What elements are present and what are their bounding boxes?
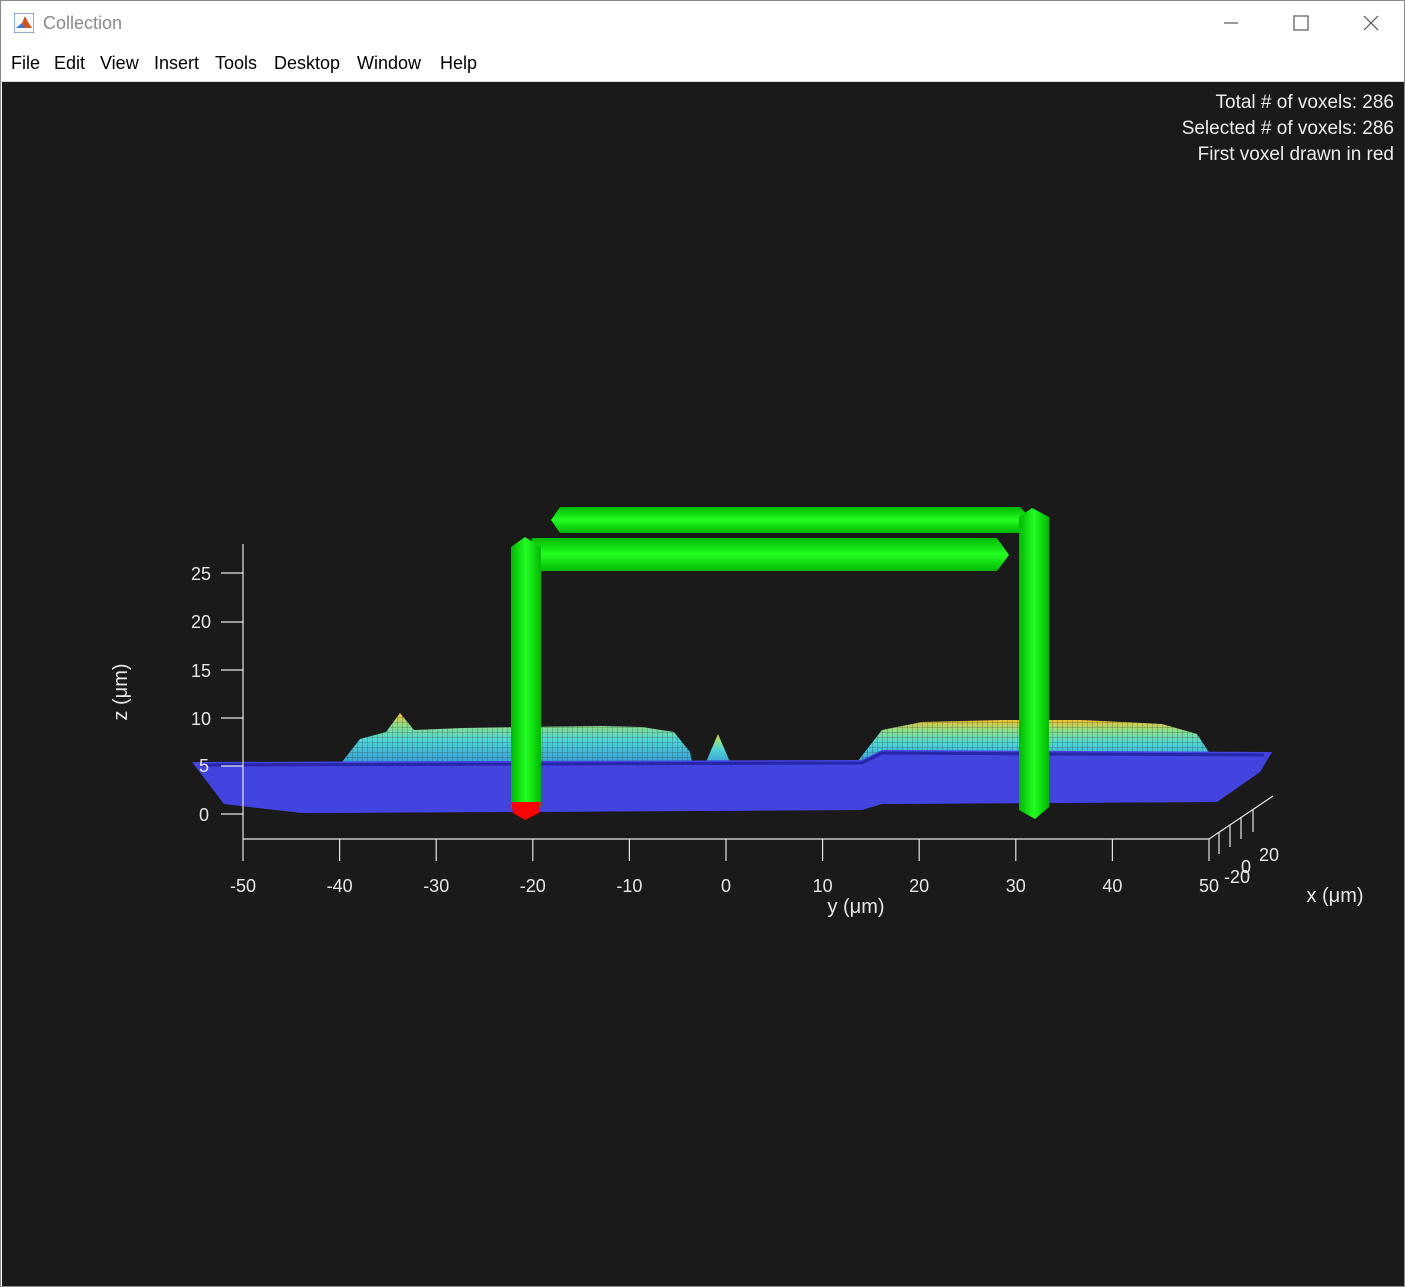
voxel-info: Total # of voxels: 286 Selected # of vox… [1182, 90, 1394, 168]
total-voxels-text: Total # of voxels: 286 [1215, 92, 1395, 113]
y-tick-label: 10 [813, 876, 833, 896]
menu-view[interactable]: View [100, 53, 139, 74]
menu-file[interactable]: File [11, 53, 40, 74]
y-axis-label: y (μm) [827, 896, 884, 918]
plot-area[interactable]: -50 -40 -30 -20 -10 0 10 20 30 40 50 0 5 10 15 20 … [2, 82, 1404, 1287]
surface-center-peak [706, 734, 730, 762]
close-button[interactable] [1336, 1, 1404, 45]
skeleton-horizontal-front [532, 538, 1009, 571]
first-voxel-note: First voxel drawn in red [1197, 144, 1394, 165]
menu-bar: File Edit View Insert Tools Desktop Wind… [1, 45, 1404, 113]
y-tick-label: -30 [423, 876, 449, 896]
menu-window[interactable]: Window [357, 53, 421, 74]
window-title: Collection [43, 13, 123, 33]
menu-desktop[interactable]: Desktop [274, 53, 340, 74]
y-tick-label: -10 [616, 876, 642, 896]
figure-window: Collection File Edit View Insert Tools D… [0, 0, 1405, 1287]
menu-edit[interactable]: Edit [54, 53, 85, 74]
skeleton-horizontal-back [551, 507, 1032, 533]
y-tick-label: 20 [909, 876, 929, 896]
menu-tools[interactable]: Tools [215, 53, 257, 74]
y-axis-ticks: -50 -40 -30 -20 -10 0 10 20 30 40 50 [230, 839, 1219, 896]
minimize-button[interactable] [1196, 1, 1266, 45]
first-voxel-red [511, 802, 541, 820]
z-tick-0: 0 [199, 805, 209, 825]
figure-canvas[interactable]: -50 -40 -30 -20 -10 0 10 20 30 40 50 0 5 10 15 20 … [2, 82, 1404, 1287]
y-tick-label: -20 [520, 876, 546, 896]
x-axis-label: x (μm) [1306, 885, 1363, 907]
z-tick-10: 10 [191, 709, 211, 729]
title-bar: Collection [1, 1, 1404, 45]
x-tick-20: 20 [1259, 845, 1279, 865]
menu-insert[interactable]: Insert [154, 53, 199, 74]
skeleton-vertical-left [511, 537, 541, 807]
y-tick-label: -40 [327, 876, 353, 896]
z-axis-label: z (μm) [110, 663, 132, 720]
z-tick-25: 25 [191, 564, 211, 584]
maximize-button[interactable] [1266, 1, 1336, 45]
selected-voxels-text: Selected # of voxels: 286 [1181, 118, 1394, 139]
y-tick-label: 40 [1102, 876, 1122, 896]
skeleton-vertical-right [1019, 508, 1049, 819]
menu-help[interactable]: Help [440, 53, 477, 74]
z-tick-5: 5 [199, 756, 209, 776]
y-tick-label: -50 [230, 876, 256, 896]
minimize-icon [1224, 22, 1238, 24]
maximize-icon [1293, 15, 1309, 31]
matlab-icon [14, 13, 34, 33]
x-tick-0: 0 [1241, 857, 1251, 877]
y-tick-label: 30 [1006, 876, 1026, 896]
z-tick-15: 15 [191, 661, 211, 681]
z-tick-20: 20 [191, 612, 211, 632]
y-tick-label: 50 [1199, 876, 1219, 896]
close-icon [1363, 15, 1379, 31]
y-tick-label: 0 [721, 876, 731, 896]
